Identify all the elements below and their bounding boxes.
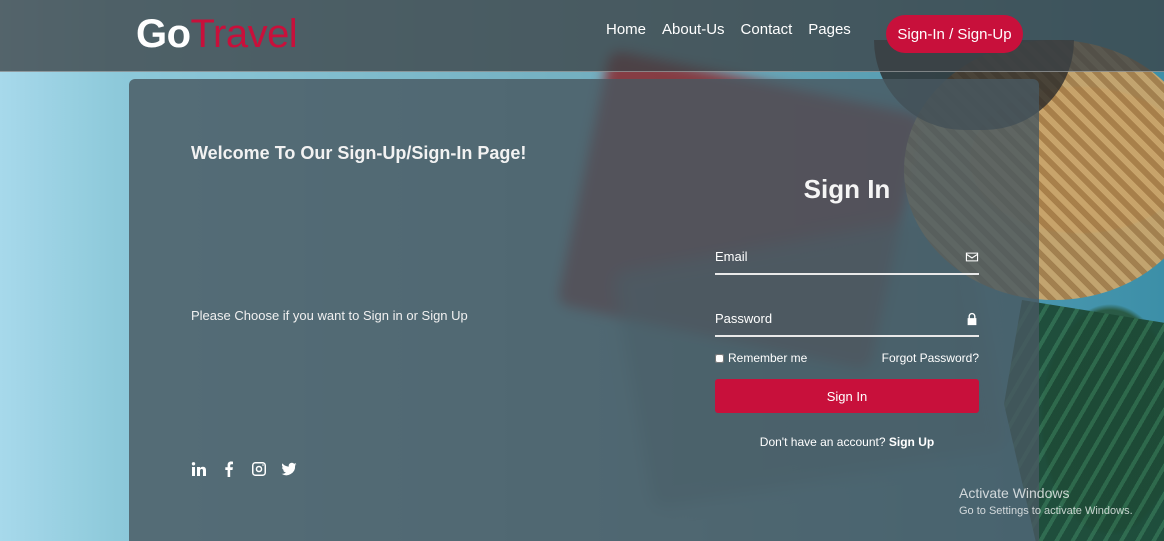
remember-forgot-row: Remember me Forgot Password? [715,351,979,365]
signup-link[interactable]: Sign Up [889,435,934,449]
nav-pages[interactable]: Pages [808,21,851,38]
signin-submit-button[interactable]: Sign In [715,379,979,413]
activate-windows-subtitle: Go to Settings to activate Windows. [959,505,1133,517]
top-navbar: GoTravel Home About-Us Contact Pages Sig… [0,0,1164,72]
instagram-icon[interactable] [251,461,267,477]
social-links [191,461,297,477]
logo-travel-text: Travel [190,12,298,56]
signin-signup-button[interactable]: Sign-In / Sign-Up [886,15,1023,53]
signup-prompt: Don't have an account? Sign Up [715,435,979,449]
email-field-wrapper [715,239,979,275]
facebook-icon[interactable] [221,461,237,477]
password-field-wrapper [715,301,979,337]
signin-form: Sign In Remember me Forgot Password? Sig… [715,174,979,449]
activate-windows-watermark: Activate Windows Go to Settings to activ… [959,485,1133,517]
lock-icon [965,311,979,326]
mail-icon [965,249,979,263]
auth-card: Welcome To Our Sign-Up/Sign-In Page! Ple… [129,79,1039,541]
nav-contact[interactable]: Contact [741,21,793,38]
welcome-heading: Welcome To Our Sign-Up/Sign-In Page! [191,143,527,163]
forgot-password-link[interactable]: Forgot Password? [882,351,979,365]
activate-windows-title: Activate Windows [959,485,1070,501]
nav-about-us[interactable]: About-Us [662,21,725,38]
remember-label: Remember me [728,351,808,365]
twitter-icon[interactable] [281,461,297,477]
signup-prompt-text: Don't have an account? [759,435,886,449]
signin-title: Sign In [803,174,891,204]
gotravel-logo[interactable]: GoTravel [136,10,298,58]
logo-go-text: Go [136,12,191,56]
remember-checkbox[interactable] [715,353,724,363]
choose-text: Please Choose if you want to Sign in or … [191,308,468,323]
main-nav: Home About-Us Contact Pages [606,21,851,38]
nav-home[interactable]: Home [606,21,646,38]
email-field[interactable] [715,239,979,273]
password-field[interactable] [715,301,979,335]
linkedin-icon[interactable] [191,461,207,477]
remember-me[interactable]: Remember me [715,351,807,365]
